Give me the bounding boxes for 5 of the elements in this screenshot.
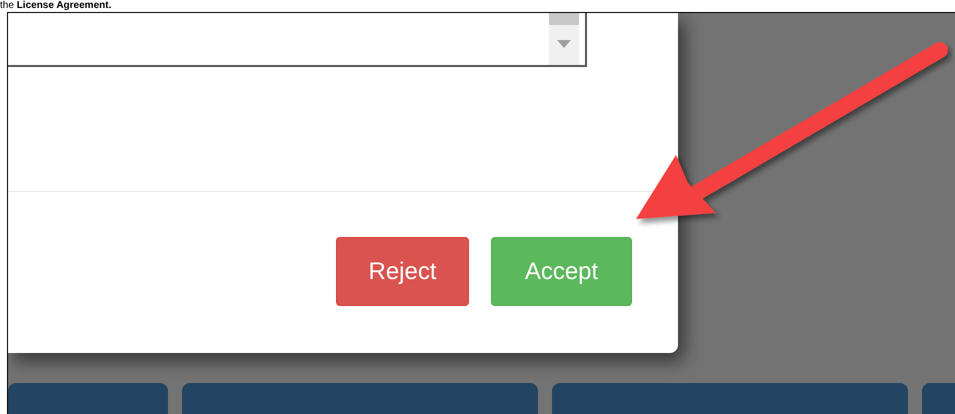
accept-button[interactable]: Accept <box>491 237 632 306</box>
caption-text: the License Agreement. <box>0 0 112 11</box>
scroll-down-icon <box>557 40 571 48</box>
reject-button[interactable]: Reject <box>336 237 469 306</box>
scrollbar-thumb <box>549 13 579 25</box>
